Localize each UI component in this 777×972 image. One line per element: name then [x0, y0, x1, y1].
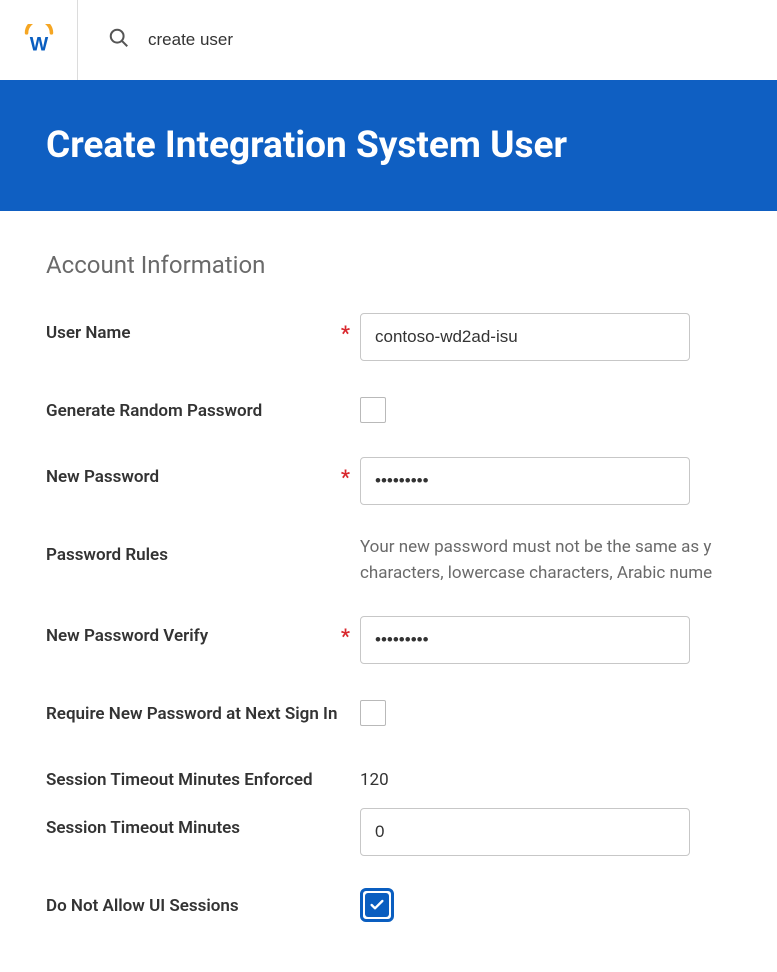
- row-session-timeout-enforced: Session Timeout Minutes Enforced 120: [46, 760, 731, 790]
- label-generate-random-password: Generate Random Password: [46, 391, 360, 421]
- user-name-input[interactable]: [360, 313, 690, 361]
- new-password-verify-input[interactable]: [360, 616, 690, 664]
- session-timeout-enforced-value: 120: [360, 760, 731, 790]
- required-marker: *: [341, 321, 350, 345]
- label-session-timeout-minutes: Session Timeout Minutes: [46, 808, 360, 838]
- form-content: Account Information User Name * Generate…: [0, 211, 777, 972]
- session-timeout-minutes-input[interactable]: [360, 808, 690, 856]
- label-new-password-verify: New Password Verify *: [46, 616, 360, 646]
- row-generate-random-password: Generate Random Password: [46, 391, 731, 427]
- password-rules-text-2: characters, lowercase characters, Arabic…: [360, 561, 731, 587]
- row-new-password-verify: New Password Verify *: [46, 616, 731, 664]
- label-require-new-password: Require New Password at Next Sign In: [46, 694, 360, 724]
- check-icon: [369, 897, 385, 913]
- required-marker: *: [341, 465, 350, 489]
- search-container: [78, 27, 448, 53]
- label-user-name: User Name *: [46, 313, 360, 343]
- topbar: W: [0, 0, 777, 80]
- password-rules-text-1: Your new password must not be the same a…: [360, 535, 731, 561]
- row-require-new-password: Require New Password at Next Sign In: [46, 694, 731, 730]
- logo-container: W: [0, 0, 78, 80]
- require-new-password-checkbox[interactable]: [360, 700, 386, 726]
- new-password-input[interactable]: [360, 457, 690, 505]
- workday-logo-icon: W: [23, 24, 55, 56]
- label-session-timeout-enforced: Session Timeout Minutes Enforced: [46, 760, 360, 790]
- section-title: Account Information: [46, 251, 731, 279]
- search-input[interactable]: [148, 30, 448, 50]
- label-do-not-allow-ui: Do Not Allow UI Sessions: [46, 886, 360, 916]
- generate-random-password-checkbox[interactable]: [360, 397, 386, 423]
- workday-logo[interactable]: W: [23, 24, 55, 56]
- do-not-allow-ui-checkbox[interactable]: [360, 888, 394, 922]
- row-password-rules: Password Rules Your new password must no…: [46, 535, 731, 586]
- page-banner: Create Integration System User: [0, 80, 777, 211]
- label-password-rules: Password Rules: [46, 535, 360, 565]
- row-user-name: User Name *: [46, 313, 731, 361]
- label-new-password: New Password *: [46, 457, 360, 487]
- required-marker: *: [341, 624, 350, 648]
- row-new-password: New Password *: [46, 457, 731, 505]
- search-icon[interactable]: [108, 27, 130, 53]
- row-do-not-allow-ui: Do Not Allow UI Sessions: [46, 886, 731, 922]
- row-session-timeout-minutes: Session Timeout Minutes: [46, 808, 731, 856]
- svg-text:W: W: [29, 34, 48, 56]
- page-title: Create Integration System User: [46, 124, 731, 167]
